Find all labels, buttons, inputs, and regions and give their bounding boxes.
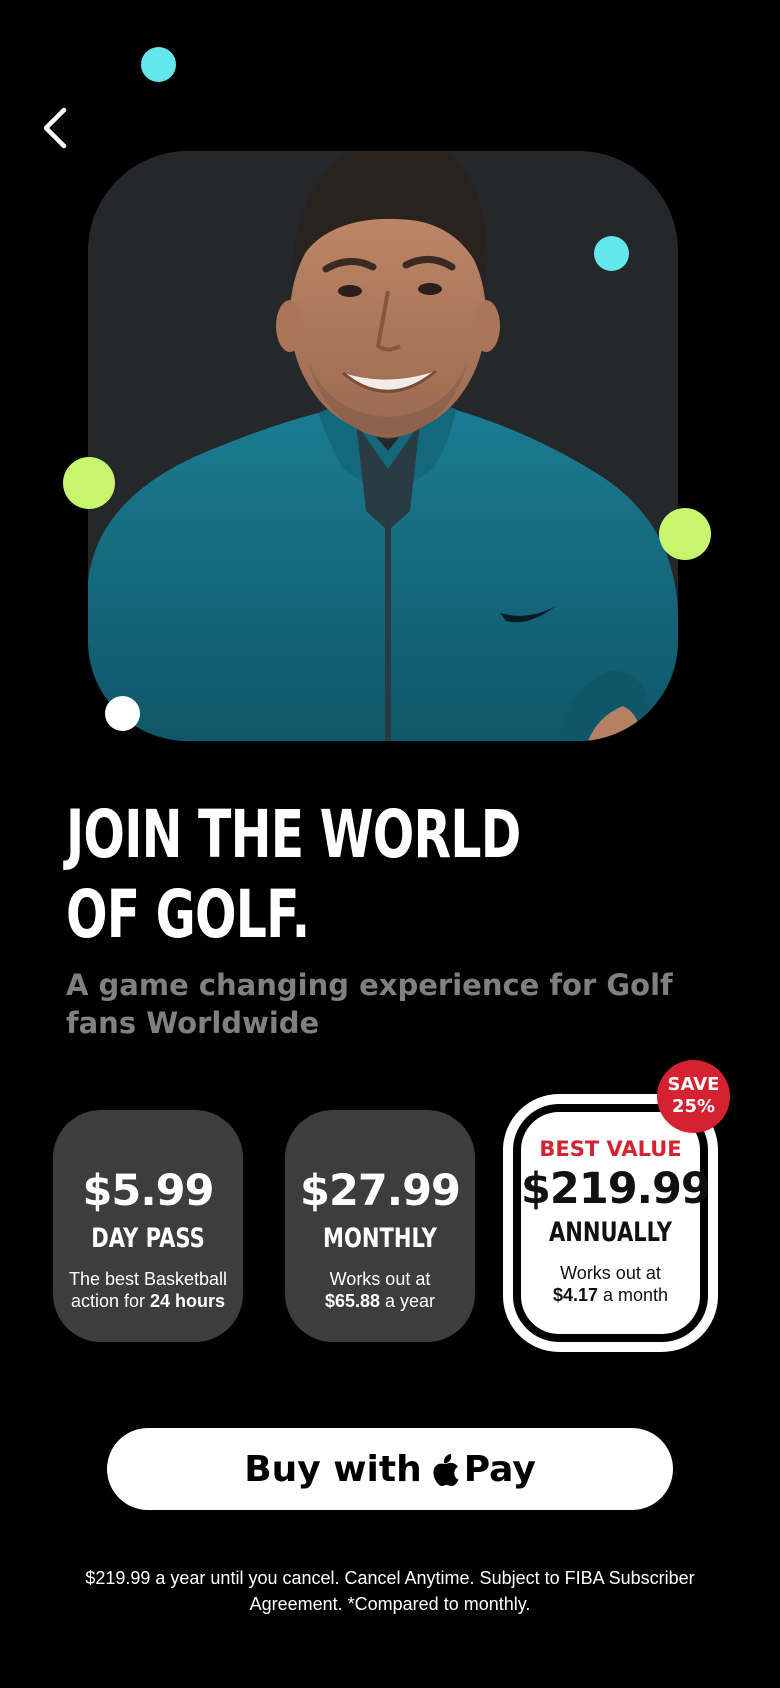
plan-card-annual[interactable]: BEST VALUE $219.99 ANNUALLY Works out at… [503,1094,718,1352]
page-subtitle: A game changing experience for Golf fans… [66,968,673,1040]
plan-note-text: Works out at [560,1263,661,1283]
save-badge-percent: 25% [671,1096,716,1117]
plan-price: $27.99 [300,1166,461,1216]
plan-price: $219.99 [521,1164,711,1214]
plan-price: $5.99 [82,1166,214,1216]
save-badge-label: SAVE [667,1074,720,1095]
headline-line-1: JOIN THE WORLD [66,796,521,873]
plan-note-text: Works out at [329,1269,431,1289]
plan-name: DAY PASS [91,1223,205,1254]
plan-selection-ring: BEST VALUE $219.99 ANNUALLY Works out at… [513,1104,711,1342]
decorative-dot [141,47,176,82]
save-badge: SAVE 25% [657,1060,730,1133]
decorative-dot [594,236,629,271]
plan-note-highlight: $4.17 [552,1285,598,1305]
plan-note: Works out at $65.88 a year [285,1268,475,1312]
best-value-label: BEST VALUE [539,1137,682,1161]
plan-note-highlight: 24 hours [150,1291,226,1311]
plan-note-suffix: a month [603,1285,669,1305]
headline-line-2: OF GOLF. [66,876,310,953]
plan-card-monthly[interactable]: $27.99 MONTHLY Works out at $65.88 a yea… [285,1110,475,1342]
plan-note-highlight: $65.88 [324,1291,380,1311]
plan-card-annual-body: BEST VALUE $219.99 ANNUALLY Works out at… [521,1112,711,1334]
chevron-left-icon [43,107,67,149]
plan-note: Works out at $4.17 a month [521,1262,700,1306]
plan-name: MONTHLY [323,1223,437,1254]
buy-button-label: Buy with [244,1448,422,1490]
decorative-dot [63,457,115,509]
golfer-portrait-image [88,151,678,741]
plan-note-suffix: a year [385,1291,436,1311]
decorative-dot [659,508,711,560]
legal-disclaimer: $219.99 a year until you cancel. Cancel … [85,1568,695,1614]
hero-image [88,151,678,741]
page-title: JOIN THE WORLD OF GOLF. [66,795,521,955]
back-button[interactable] [34,102,82,154]
plan-card-day-pass[interactable]: $5.99 DAY PASS The best Basketball actio… [53,1110,243,1342]
buy-button-pay-label: Pay [463,1448,536,1490]
plan-name: ANNUALLY [548,1217,673,1248]
apple-logo-icon [433,1454,459,1486]
plan-note: The best Basketball action for 24 hours [53,1268,243,1312]
buy-with-apple-pay-button[interactable]: Buy with Pay [107,1428,673,1510]
decorative-dot [105,696,140,731]
